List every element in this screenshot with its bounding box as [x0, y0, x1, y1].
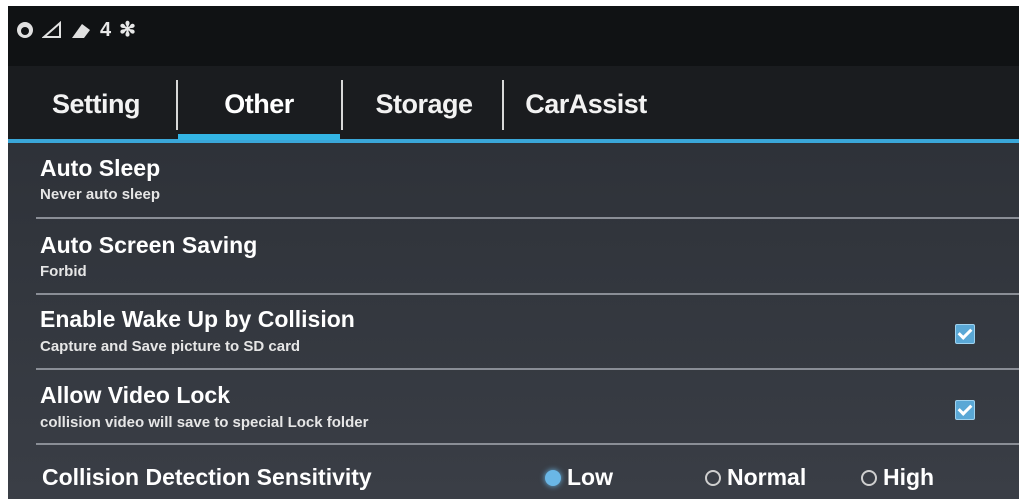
- sensitivity-title: Collision Detection Sensitivity: [42, 464, 372, 490]
- tab-label: CarAssist: [525, 88, 647, 119]
- radio-label: Low: [567, 464, 613, 490]
- bluetooth-icon: ✻: [119, 19, 136, 41]
- setting-title: Auto Sleep: [40, 155, 161, 181]
- setting-summary: Capture and Save picture to SD card: [40, 338, 301, 355]
- setting-auto-screen-saving[interactable]: Auto Screen Saving Forbid: [8, 219, 1019, 293]
- sensitivity-low-radio[interactable]: Low: [545, 464, 613, 491]
- signal-icon: [42, 21, 61, 38]
- setting-title: Allow Video Lock: [40, 382, 230, 408]
- sensitivity-normal-radio[interactable]: Normal: [705, 464, 806, 491]
- divider: [36, 443, 1019, 445]
- setting-title: Auto Screen Saving: [40, 232, 258, 258]
- tab-label: Other: [224, 88, 294, 119]
- tab-label: Setting: [52, 88, 141, 119]
- app-icon: [17, 22, 33, 38]
- video-lock-checkbox[interactable]: [955, 400, 975, 420]
- tab-separator: [176, 80, 178, 130]
- setting-wake-up-collision[interactable]: Enable Wake Up by Collision Capture and …: [8, 295, 1019, 367]
- radio-label: Normal: [727, 464, 807, 490]
- setting-allow-video-lock[interactable]: Allow Video Lock collision video will sa…: [8, 370, 1019, 442]
- tab-bar: Setting Other Storage CarAssist: [8, 66, 1019, 142]
- setting-title: Enable Wake Up by Collision: [40, 306, 355, 332]
- radio-unselected-icon: [705, 469, 721, 486]
- radio-unselected-icon: [861, 469, 877, 486]
- tab-carassist[interactable]: CarAssist: [506, 66, 666, 142]
- tab-separator: [502, 80, 504, 130]
- active-tab-indicator: [178, 134, 340, 140]
- usb-icon: [72, 24, 90, 38]
- status-bar: 4 ✻: [8, 6, 1019, 66]
- tab-storage[interactable]: Storage: [345, 66, 503, 142]
- radio-selected-icon: [545, 469, 561, 486]
- radio-label: High: [883, 464, 935, 490]
- setting-summary: collision video will save to special Loc…: [40, 414, 369, 431]
- sensitivity-high-radio[interactable]: High: [861, 464, 934, 491]
- setting-summary: Forbid: [40, 263, 87, 280]
- setting-auto-sleep[interactable]: Auto Sleep Never auto sleep: [8, 143, 1019, 217]
- tab-other[interactable]: Other: [180, 66, 338, 142]
- setting-summary: Never auto sleep: [40, 186, 161, 203]
- status-badge: 4: [100, 19, 112, 41]
- tab-label: Storage: [375, 88, 473, 119]
- tab-separator: [341, 80, 343, 130]
- device-screen: 4 ✻ Setting Other Storage CarAssist Auto…: [8, 6, 1019, 499]
- wake-up-collision-checkbox[interactable]: [955, 324, 975, 344]
- tab-setting[interactable]: Setting: [18, 66, 174, 142]
